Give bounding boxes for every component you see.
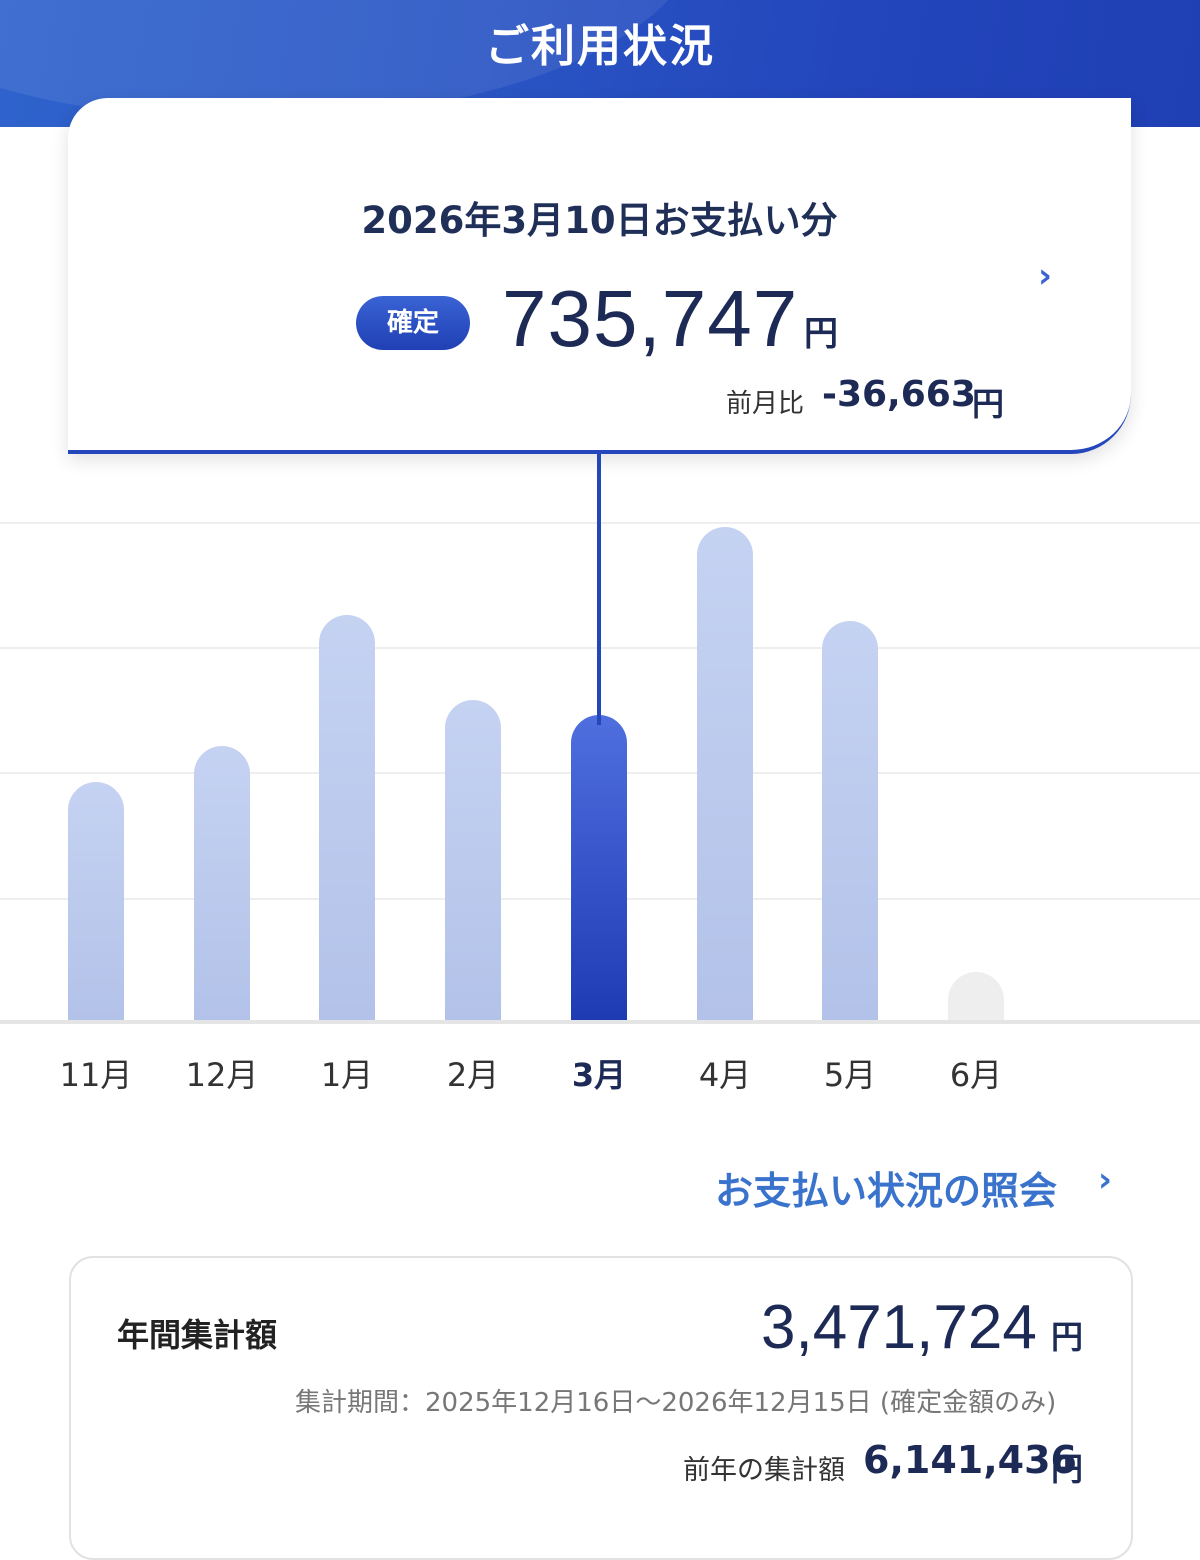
payment-currency: 円 [804, 314, 838, 354]
diff-currency: 円 [972, 385, 1005, 423]
bar-2月[interactable] [445, 700, 501, 1020]
bar-4月[interactable] [697, 527, 753, 1020]
annual-total-amount: 3,471,724 [761, 1293, 1037, 1362]
bar-11月[interactable] [68, 782, 124, 1020]
prev-year-amount: 6,141,436 [863, 1438, 1077, 1482]
payment-inquiry-link[interactable]: お支払い状況の照会 [715, 1160, 1057, 1215]
annual-total-card: 年間集計額 3,471,724 円 集計期間：2025年12月16日〜2026年… [69, 1256, 1133, 1560]
status-badge: 確定 [356, 296, 470, 350]
bar-12月[interactable] [194, 746, 250, 1020]
chevron-right-icon[interactable]: › [1038, 256, 1052, 296]
page-title: ご利用状況 [485, 21, 715, 72]
chart-baseline [0, 1020, 1200, 1024]
month-label[interactable]: 12月 [162, 1050, 282, 1096]
prev-year-currency: 円 [1051, 1450, 1084, 1488]
prev-year-label: 前年の集計額 [683, 1455, 845, 1486]
bar-3月[interactable] [571, 715, 627, 1020]
month-label[interactable]: 5月 [790, 1050, 910, 1096]
month-label[interactable]: 1月 [287, 1050, 407, 1096]
diff-value: -36,663 [822, 374, 976, 415]
month-label[interactable]: 11月 [36, 1050, 156, 1096]
payment-amount: 735,747 [502, 274, 799, 363]
aggregation-period: 集計期間：2025年12月16日〜2026年12月15日 (確定金額のみ) [295, 1388, 1057, 1418]
monthly-usage-chart: 11月 12月 1月 2月 3月 4月 5月 6月 [0, 450, 1200, 1110]
annual-total-currency: 円 [1051, 1318, 1084, 1356]
diff-label: 前月比 [726, 389, 805, 419]
month-label[interactable]: 6月 [916, 1050, 1036, 1096]
month-label[interactable]: 3月 [539, 1050, 659, 1096]
bar-1月[interactable] [319, 615, 375, 1020]
annual-total-label: 年間集計額 [117, 1316, 278, 1354]
bar-6月[interactable] [948, 972, 1004, 1020]
month-label[interactable]: 4月 [665, 1050, 785, 1096]
month-label[interactable]: 2月 [413, 1050, 533, 1096]
selection-connector-line [597, 450, 601, 725]
bar-5月[interactable] [822, 621, 878, 1020]
chevron-right-icon[interactable]: › [1098, 1160, 1112, 1200]
payment-summary-card[interactable]: 2026年3月10日お支払い分 確定 735,747 円 › 前月比 -36,6… [68, 98, 1131, 454]
payment-date-label: 2026年3月10日お支払い分 [361, 199, 838, 242]
